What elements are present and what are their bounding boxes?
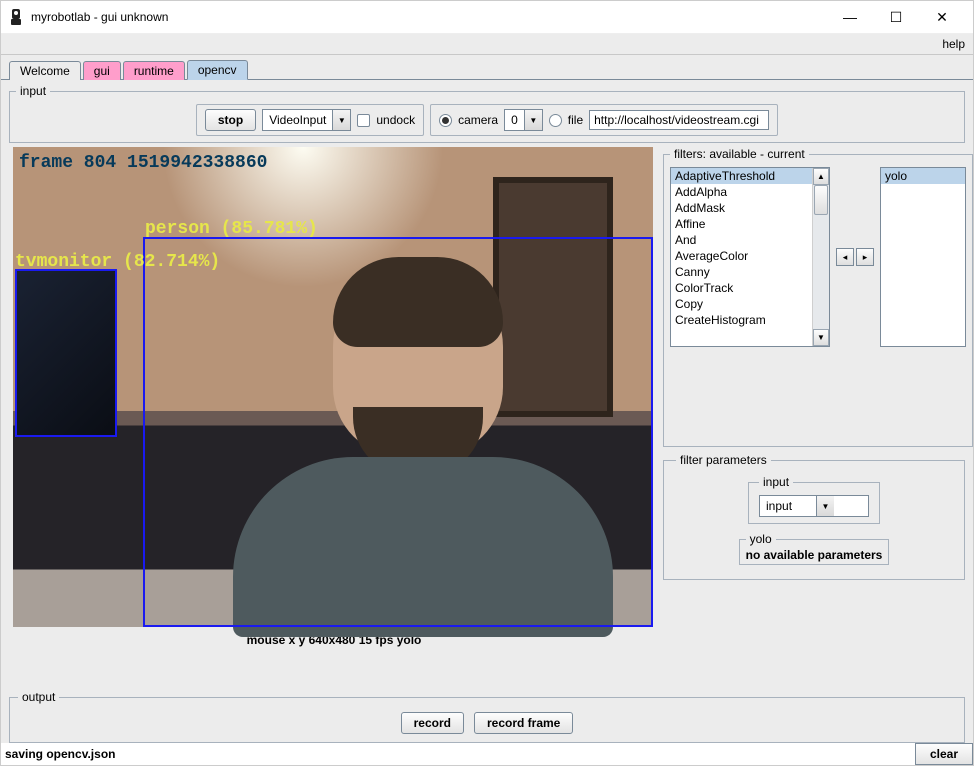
menu-help[interactable]: help	[942, 37, 965, 51]
tab-runtime[interactable]: runtime	[123, 61, 185, 80]
source-select-group: camera 0 ▼ file	[430, 104, 778, 136]
record-frame-button[interactable]: record frame	[474, 712, 573, 734]
frame-counter-overlay: frame 804 1519942338860	[19, 153, 267, 173]
minimize-button[interactable]: —	[827, 2, 873, 32]
list-item[interactable]: Copy	[671, 296, 812, 312]
source-combo[interactable]: VideoInput ▼	[262, 109, 351, 131]
title-bar: myrobotlab - gui unknown — ☐ ✕	[1, 1, 973, 33]
scroll-thumb[interactable]	[814, 185, 828, 215]
chevron-down-icon: ▼	[524, 110, 542, 130]
side-column: filters: available - current AdaptiveThr…	[663, 147, 965, 688]
list-item[interactable]: ColorTrack	[671, 280, 812, 296]
app-window: myrobotlab - gui unknown — ☐ ✕ help Welc…	[0, 0, 974, 766]
current-filters-list[interactable]: yolo	[880, 167, 966, 347]
detection-label-person: person (85.781%)	[145, 219, 318, 239]
tab-gui[interactable]: gui	[83, 61, 121, 80]
output-fieldset: output record record frame	[9, 690, 965, 743]
stop-button[interactable]: stop	[205, 109, 256, 131]
menu-bar: help	[1, 33, 973, 55]
status-text: saving opencv.json	[5, 747, 115, 761]
list-item[interactable]: Canny	[671, 264, 812, 280]
window-title: myrobotlab - gui unknown	[31, 10, 168, 24]
list-item[interactable]: yolo	[881, 168, 965, 184]
transfer-arrows: ◂ ▸	[836, 248, 874, 266]
list-item[interactable]: AddAlpha	[671, 184, 812, 200]
camera-radio[interactable]	[439, 114, 452, 127]
file-url-input[interactable]	[589, 110, 769, 130]
param-input-combo-value: input	[760, 497, 816, 515]
scroll-track[interactable]	[813, 185, 829, 329]
detection-box-person	[143, 237, 653, 627]
input-legend: input	[16, 84, 50, 98]
input-fieldset: input stop VideoInput ▼ undock camera 0	[9, 84, 965, 143]
remove-filter-button[interactable]: ◂	[836, 248, 854, 266]
record-button[interactable]: record	[401, 712, 464, 734]
param-filter-name: yolo	[746, 532, 776, 546]
undock-label: undock	[376, 113, 415, 127]
add-filter-button[interactable]: ▸	[856, 248, 874, 266]
no-params-message: no available parameters	[746, 548, 883, 562]
status-bar: saving opencv.json clear	[1, 743, 973, 765]
list-item[interactable]: AverageColor	[671, 248, 812, 264]
filters-legend: filters: available - current	[670, 147, 809, 161]
param-input-legend: input	[759, 475, 793, 489]
available-filters-list[interactable]: AdaptiveThreshold AddAlpha AddMask Affin…	[670, 167, 830, 347]
camera-label: camera	[458, 113, 498, 127]
tab-opencv[interactable]: opencv	[187, 60, 248, 80]
camera-index-value: 0	[505, 111, 524, 129]
video-frame[interactable]: frame 804 1519942338860 person (85.781%)…	[13, 147, 653, 627]
chevron-down-icon: ▼	[816, 496, 834, 516]
filter-parameters-legend: filter parameters	[676, 453, 771, 467]
param-input-combo[interactable]: input ▼	[759, 495, 869, 517]
scroll-up-icon[interactable]: ▲	[813, 168, 829, 185]
filter-parameters-fieldset: filter parameters input input ▼ yolo no …	[663, 453, 965, 580]
file-label: file	[568, 113, 583, 127]
tab-strip: Welcome gui runtime opencv	[1, 55, 973, 79]
tab-panel-opencv: input stop VideoInput ▼ undock camera 0	[1, 79, 973, 743]
source-combo-value: VideoInput	[263, 111, 332, 129]
list-item[interactable]: CreateHistogram	[671, 312, 812, 328]
list-item[interactable]: And	[671, 232, 812, 248]
capture-group: stop VideoInput ▼ undock	[196, 104, 424, 136]
detection-box-tvmonitor	[15, 269, 117, 437]
scrollbar[interactable]: ▲ ▼	[812, 168, 829, 346]
close-button[interactable]: ✕	[919, 2, 965, 32]
tab-welcome[interactable]: Welcome	[9, 61, 81, 80]
video-column: frame 804 1519942338860 person (85.781%)…	[9, 147, 659, 688]
list-item[interactable]: AdaptiveThreshold	[671, 168, 812, 184]
app-icon	[9, 8, 23, 26]
list-item[interactable]: AddMask	[671, 200, 812, 216]
file-radio[interactable]	[549, 114, 562, 127]
camera-index-combo[interactable]: 0 ▼	[504, 109, 543, 131]
scroll-down-icon[interactable]: ▼	[813, 329, 829, 346]
undock-checkbox[interactable]	[357, 114, 370, 127]
filters-fieldset: filters: available - current AdaptiveThr…	[663, 147, 973, 447]
chevron-down-icon: ▼	[332, 110, 350, 130]
detection-label-tvmonitor: tvmonitor (82.714%)	[15, 252, 220, 272]
output-legend: output	[18, 690, 59, 704]
param-filter-fieldset: yolo no available parameters	[739, 532, 890, 565]
list-item[interactable]: Affine	[671, 216, 812, 232]
clear-button[interactable]: clear	[915, 743, 973, 765]
maximize-button[interactable]: ☐	[873, 2, 919, 32]
param-input-fieldset: input input ▼	[748, 475, 880, 524]
